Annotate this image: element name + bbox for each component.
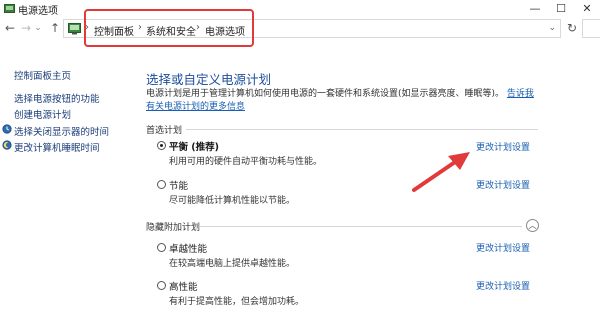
plan-name-high-performance: 高性能 [169, 282, 198, 293]
collapse-hidden-plans-button[interactable]: ︿ [526, 219, 539, 232]
up-button[interactable]: ↑ [48, 20, 62, 36]
close-button[interactable]: ✕ [574, 0, 600, 18]
section-divider [200, 226, 522, 227]
hidden-plans-label[interactable]: 隐藏附加计划 [146, 220, 200, 233]
minimize-button[interactable]: — [522, 0, 548, 18]
plan-name-ultimate: 卓越性能 [169, 244, 208, 255]
annotation-arrow-icon [412, 152, 470, 192]
plan-name-balanced: 平衡 (推荐) [169, 142, 219, 153]
moon-icon [2, 140, 12, 150]
address-dropdown[interactable]: ⌄ [548, 23, 556, 33]
plan-radio-ultimate[interactable] [157, 243, 166, 252]
plan-radio-balanced[interactable] [157, 141, 166, 150]
sidebar-item-create-plan[interactable]: 创建电源计划 [14, 107, 71, 121]
window-title: 电源选项 [18, 6, 58, 17]
search-input[interactable] [582, 19, 600, 38]
description-text: 电源计划是用于管理计算机如何使用电源的一套硬件和系统设置(如显示器亮度、睡眠等)… [146, 89, 505, 99]
back-button[interactable]: ← [3, 20, 17, 36]
refresh-button[interactable]: ↻ [565, 20, 579, 36]
power-options-icon [4, 4, 15, 13]
section-divider [186, 129, 538, 130]
preferred-plans-label: 首选计划 [146, 126, 183, 136]
control-panel-icon [68, 23, 81, 35]
maximize-button[interactable]: ☐ [548, 0, 574, 18]
sidebar-item-power-button[interactable]: 选择电源按钮的功能 [14, 91, 100, 105]
recent-locations-dropdown[interactable]: ⌄ [33, 20, 43, 36]
plan-desc-balanced: 利用可用的硬件自动平衡功耗与性能。 [169, 157, 323, 167]
plan-name-power-saver: 节能 [169, 181, 189, 192]
sidebar-item-control-panel-home[interactable]: 控制面板主页 [14, 68, 71, 82]
change-plan-settings-link-power-saver[interactable]: 更改计划设置 [476, 178, 530, 191]
plan-desc-high-performance: 有利于提高性能，但会增加功耗。 [169, 297, 305, 307]
sidebar-item-sleep-time[interactable]: 更改计算机睡眠时间 [14, 140, 100, 154]
breadcrumb-highlight-annotation [84, 9, 254, 47]
change-plan-settings-link-balanced[interactable]: 更改计划设置 [476, 140, 530, 153]
clock-moon-icon [2, 124, 12, 134]
forward-button[interactable]: → [19, 20, 33, 36]
change-plan-settings-link-ultimate[interactable]: 更改计划设置 [476, 241, 530, 254]
change-plan-settings-link-high-performance[interactable]: 更改计划设置 [476, 279, 530, 292]
plan-desc-power-saver: 尽可能降低计算机性能以节能。 [169, 196, 296, 206]
page-description: 电源计划是用于管理计算机如何使用电源的一套硬件和系统设置(如显示器亮度、睡眠等)… [146, 88, 541, 114]
plan-radio-high-performance[interactable] [157, 281, 166, 290]
plan-radio-power-saver[interactable] [157, 180, 166, 189]
page-title: 选择或自定义电源计划 [146, 72, 272, 87]
sidebar-item-display-off-time[interactable]: 选择关闭显示器的时间 [14, 124, 109, 138]
plan-desc-ultimate: 在较高端电脑上提供卓越性能。 [169, 259, 296, 269]
